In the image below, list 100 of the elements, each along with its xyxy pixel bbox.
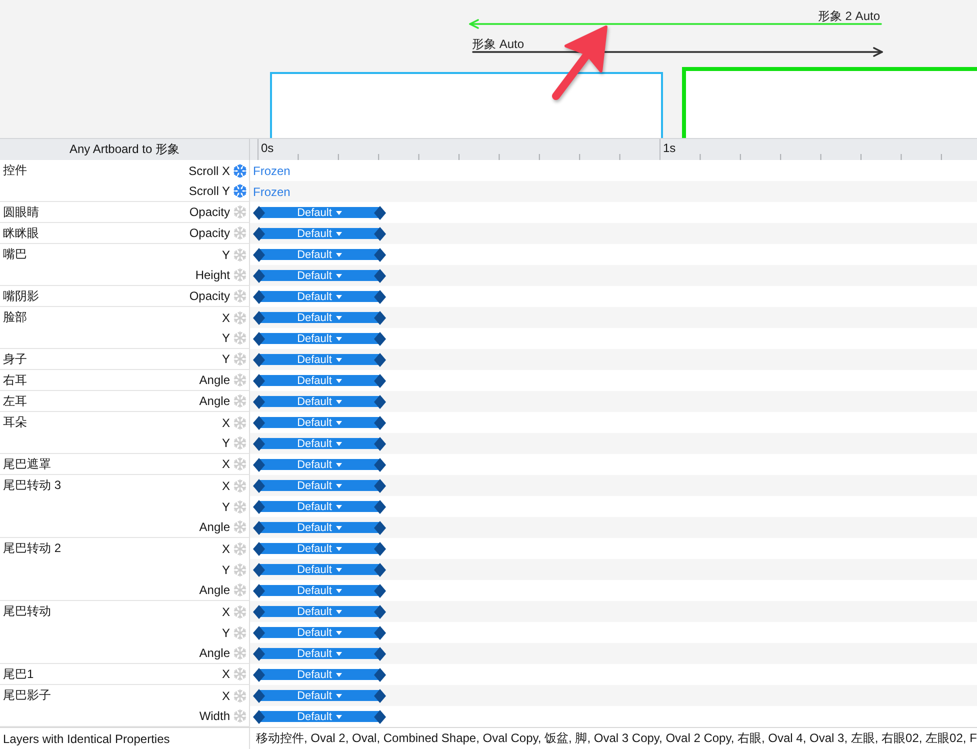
keyframe-diamond-icon[interactable] bbox=[253, 710, 265, 724]
curve-dropdown[interactable]: Default bbox=[253, 542, 386, 556]
curve-dropdown[interactable]: Default bbox=[253, 332, 386, 346]
keyframe-diamond-icon[interactable] bbox=[374, 520, 386, 534]
keyframe-diamond-icon[interactable] bbox=[374, 310, 386, 324]
curve-dropdown[interactable]: Default bbox=[253, 478, 386, 492]
keyframe-diamond-icon[interactable] bbox=[253, 352, 265, 366]
layer-name[interactable]: 圆眼睛 bbox=[3, 204, 39, 220]
keyframe-diamond-icon[interactable] bbox=[253, 206, 265, 220]
curve-dropdown[interactable]: Default bbox=[253, 458, 386, 472]
curve-dropdown[interactable]: Default bbox=[253, 562, 386, 576]
layer-name[interactable]: 左耳 bbox=[3, 392, 27, 410]
keyframe-diamond-icon[interactable] bbox=[253, 332, 265, 346]
layer-name[interactable]: 右耳 bbox=[3, 372, 27, 388]
keyframe-diamond-icon[interactable] bbox=[374, 584, 386, 598]
time-label: 1s bbox=[663, 141, 676, 155]
keyframe-diamond-icon[interactable] bbox=[253, 416, 265, 430]
layer-name[interactable]: 尾巴1 bbox=[3, 666, 34, 682]
curve-dropdown[interactable]: Default bbox=[253, 500, 386, 514]
keyframe-diamond-icon[interactable] bbox=[253, 310, 265, 324]
curve-dropdown[interactable]: Default bbox=[253, 310, 386, 324]
keyframe-diamond-icon[interactable] bbox=[253, 626, 265, 640]
keyframe-diamond-icon[interactable] bbox=[374, 226, 386, 240]
layer-name[interactable]: 尾巴转动 bbox=[3, 603, 51, 620]
keyframe-diamond-icon[interactable] bbox=[253, 520, 265, 534]
keyframe-diamond-icon[interactable] bbox=[253, 542, 265, 556]
keyframe-diamond-icon[interactable] bbox=[374, 626, 386, 640]
curve-dropdown[interactable]: Default bbox=[253, 668, 386, 682]
layer-name[interactable]: 眯眯眼 bbox=[3, 224, 39, 242]
keyframe-diamond-icon[interactable] bbox=[374, 352, 386, 366]
property-name: Y bbox=[222, 562, 230, 576]
keyframe-diamond-icon[interactable] bbox=[253, 646, 265, 660]
keyframe-diamond-icon[interactable] bbox=[253, 604, 265, 618]
curve-dropdown[interactable]: Default bbox=[253, 626, 386, 640]
property-name: Angle bbox=[199, 646, 230, 660]
curve-dropdown[interactable]: Default bbox=[253, 520, 386, 534]
curve-dropdown[interactable]: Default bbox=[253, 226, 386, 240]
keyframe-diamond-icon[interactable] bbox=[374, 688, 386, 702]
keyframe-diamond-icon[interactable] bbox=[253, 290, 265, 304]
curve-dropdown[interactable]: Default bbox=[253, 710, 386, 724]
keyframe-diamond-icon[interactable] bbox=[374, 478, 386, 492]
keyframe-diamond-icon[interactable] bbox=[374, 710, 386, 724]
keyframe-diamond-icon[interactable] bbox=[374, 416, 386, 430]
layer-name[interactable]: 身子 bbox=[3, 350, 27, 368]
keyframe-diamond-icon[interactable] bbox=[253, 394, 265, 408]
keyframe-diamond-icon[interactable] bbox=[374, 458, 386, 472]
keyframe-diamond-icon[interactable] bbox=[374, 500, 386, 514]
snowflake-icon[interactable] bbox=[233, 184, 247, 198]
keyframe-diamond-icon[interactable] bbox=[253, 436, 265, 450]
layer-name[interactable]: 尾巴转动 2 bbox=[3, 540, 62, 557]
keyframe-diamond-icon[interactable] bbox=[253, 688, 265, 702]
property-name: Width bbox=[199, 709, 230, 723]
keyframe-diamond-icon[interactable] bbox=[374, 374, 386, 388]
curve-dropdown[interactable]: Default bbox=[253, 394, 386, 408]
curve-dropdown[interactable]: Default bbox=[253, 646, 386, 660]
layer-name[interactable]: 耳朵 bbox=[3, 414, 27, 431]
caret-icon bbox=[336, 588, 342, 592]
snowflake-icon[interactable] bbox=[233, 164, 247, 178]
layer-name[interactable]: 嘴阴影 bbox=[3, 288, 39, 304]
keyframe-diamond-icon[interactable] bbox=[374, 394, 386, 408]
layer-name[interactable]: 尾巴转动 3 bbox=[3, 477, 62, 494]
keyframe-diamond-icon[interactable] bbox=[253, 562, 265, 576]
keyframe-diamond-icon[interactable] bbox=[253, 226, 265, 240]
keyframe-diamond-icon[interactable] bbox=[253, 478, 265, 492]
curve-dropdown[interactable]: Default bbox=[253, 248, 386, 262]
keyframe-diamond-icon[interactable] bbox=[374, 668, 386, 682]
keyframe-diamond-icon[interactable] bbox=[253, 458, 265, 472]
layer-name[interactable]: 尾巴遮罩 bbox=[3, 456, 51, 472]
frozen-value[interactable]: Frozen bbox=[253, 164, 290, 178]
keyframe-diamond-icon[interactable] bbox=[374, 206, 386, 220]
keyframe-diamond-icon[interactable] bbox=[374, 332, 386, 346]
keyframe-diamond-icon[interactable] bbox=[374, 562, 386, 576]
keyframe-diamond-icon[interactable] bbox=[253, 668, 265, 682]
layer-name[interactable]: 尾巴影子 bbox=[3, 687, 51, 704]
keyframe-diamond-icon[interactable] bbox=[374, 290, 386, 304]
curve-dropdown[interactable]: Default bbox=[253, 416, 386, 430]
curve-dropdown[interactable]: Default bbox=[253, 688, 386, 702]
keyframe-diamond-icon[interactable] bbox=[374, 542, 386, 556]
keyframe-diamond-icon[interactable] bbox=[253, 248, 265, 262]
curve-dropdown[interactable]: Default bbox=[253, 352, 386, 366]
layer-name[interactable]: 脸部 bbox=[3, 309, 27, 326]
keyframe-diamond-icon[interactable] bbox=[253, 500, 265, 514]
curve-dropdown[interactable]: Default bbox=[253, 584, 386, 598]
layer-name[interactable]: 嘴巴 bbox=[3, 246, 27, 263]
keyframe-diamond-icon[interactable] bbox=[374, 604, 386, 618]
curve-dropdown[interactable]: Default bbox=[253, 206, 386, 220]
curve-dropdown[interactable]: Default bbox=[253, 374, 386, 388]
layer-name[interactable]: 控件 bbox=[3, 162, 27, 179]
keyframe-diamond-icon[interactable] bbox=[374, 646, 386, 660]
curve-dropdown[interactable]: Default bbox=[253, 268, 386, 282]
keyframe-diamond-icon[interactable] bbox=[253, 374, 265, 388]
curve-dropdown[interactable]: Default bbox=[253, 436, 386, 450]
keyframe-diamond-icon[interactable] bbox=[374, 268, 386, 282]
frozen-value[interactable]: Frozen bbox=[253, 184, 290, 198]
curve-dropdown[interactable]: Default bbox=[253, 604, 386, 618]
keyframe-diamond-icon[interactable] bbox=[253, 268, 265, 282]
keyframe-diamond-icon[interactable] bbox=[374, 436, 386, 450]
curve-dropdown[interactable]: Default bbox=[253, 290, 386, 304]
keyframe-diamond-icon[interactable] bbox=[253, 584, 265, 598]
keyframe-diamond-icon[interactable] bbox=[374, 248, 386, 262]
